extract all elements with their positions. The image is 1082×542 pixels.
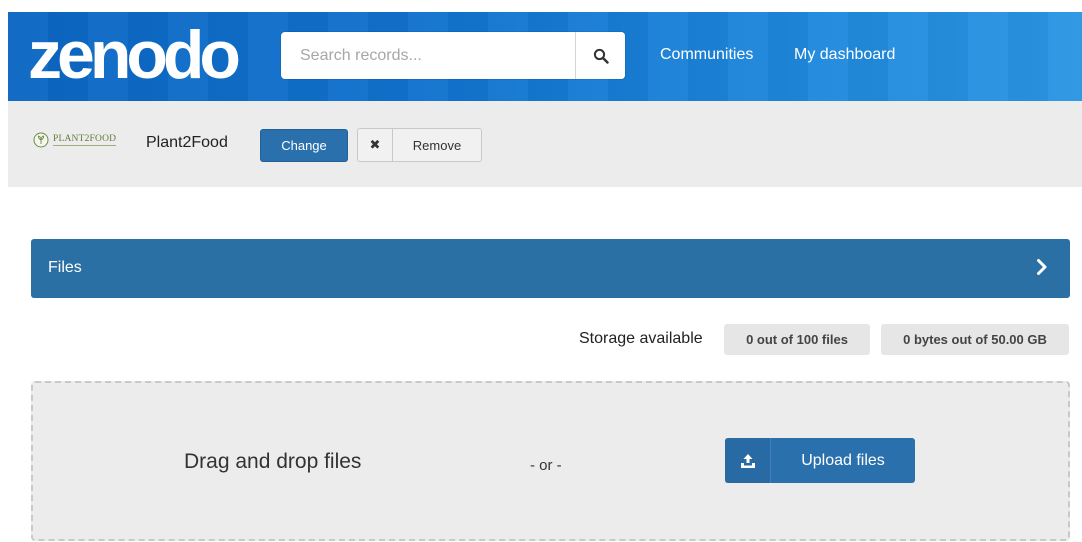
storage-available-label: Storage available <box>579 330 703 347</box>
search-icon <box>593 48 609 64</box>
change-community-button[interactable]: Change <box>260 129 348 162</box>
search-input[interactable] <box>281 32 573 79</box>
or-separator: - or - <box>530 457 562 474</box>
search-box <box>281 32 625 79</box>
file-dropzone[interactable]: Drag and drop files - or - Upload files <box>31 381 1070 541</box>
files-panel-header[interactable]: Files <box>31 239 1070 298</box>
files-count-badge: 0 out of 100 files <box>724 324 870 355</box>
remove-label: Remove <box>412 137 462 153</box>
remove-community-button[interactable]: ✖ Remove <box>357 128 482 162</box>
community-logo: PLANT2FOOD <box>33 132 117 148</box>
upload-icon <box>725 438 771 483</box>
upload-files-label: Upload files <box>801 451 885 469</box>
community-name: Plant2Food <box>146 134 228 151</box>
top-header: zenodo Communities My dashboard <box>8 12 1082 101</box>
search-button[interactable] <box>575 32 625 79</box>
chevron-right-icon <box>1037 259 1047 275</box>
community-logo-text: PLANT2FOOD <box>53 134 117 146</box>
zenodo-logo[interactable]: zenodo <box>28 20 241 90</box>
drag-drop-text: Drag and drop files <box>184 450 362 473</box>
bytes-badge: 0 bytes out of 50.00 GB <box>881 324 1069 355</box>
nav-my-dashboard[interactable]: My dashboard <box>794 46 895 64</box>
plant-icon <box>33 132 49 148</box>
nav-communities[interactable]: Communities <box>660 46 753 64</box>
upload-files-button[interactable]: Upload files <box>725 438 915 483</box>
page-frame: zenodo Communities My dashboard PLANT2FO… <box>8 12 1082 542</box>
community-bar: PLANT2FOOD Plant2Food Change ✖ Remove <box>8 101 1082 187</box>
close-icon: ✖ <box>358 129 393 161</box>
files-title: Files <box>48 259 82 276</box>
